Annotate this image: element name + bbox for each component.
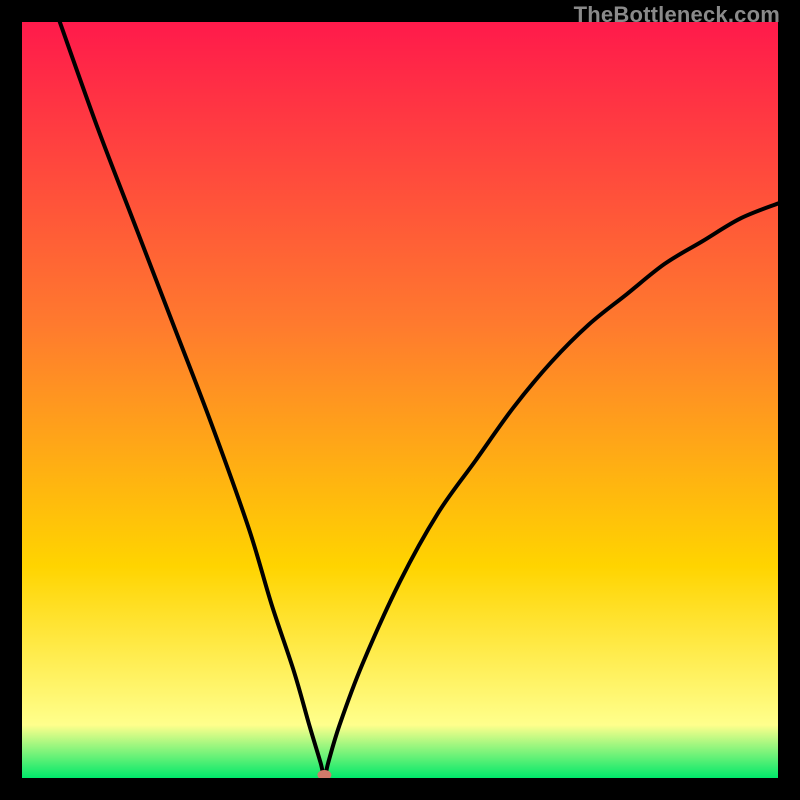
bottleneck-chart — [22, 22, 778, 778]
gradient-background — [22, 22, 778, 778]
chart-frame: TheBottleneck.com — [0, 0, 800, 800]
